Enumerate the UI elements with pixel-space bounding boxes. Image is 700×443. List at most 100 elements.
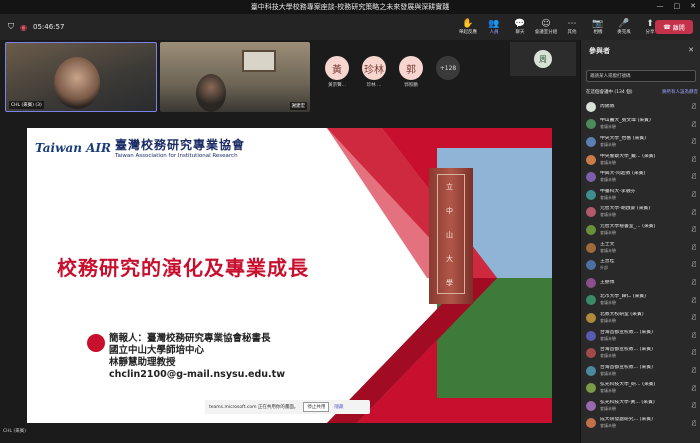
stop-sharing-button[interactable]: 停止共用 [303,402,330,412]
mute-all-button[interactable]: 將所有人設為靜音 [662,89,698,95]
toolbar-button[interactable]: 💬 聊天 [507,14,533,40]
toolbar-label: 舉起反應 [459,30,477,35]
toolbar-button[interactable]: ✋ 舉起反應 [455,14,481,40]
avatar [586,172,596,183]
toolbar-button[interactable]: 👥 人員 [481,14,507,40]
presenter-line: 林靜慧助理教授 [109,357,176,368]
video-tile-chl[interactable]: CHL (來賓) (3) [5,42,157,112]
mic-off-icon: 🎙̸ [692,190,696,198]
participant-role: 會議未驗 [600,353,616,359]
participant-avatar[interactable]: 黃黃宗聲... [325,56,349,88]
tower-char: 中 [446,207,453,215]
toolbar-button[interactable]: ☺ 會議室分組 [533,14,559,40]
participant-role: 會議未驗 [600,177,616,183]
tower-char: 山 [446,231,453,239]
participant-row[interactable]: 弘光科技大學-黃... (來賓) 會議未驗 🎙̸ [586,397,698,415]
participant-role: 會議未驗 [600,194,616,200]
phone-icon: ☎ [663,23,671,31]
close-window-button[interactable]: ✕ [690,2,696,10]
participant-row[interactable]: 中山醫大_張文瑋 (來賓) 會議未驗 🎙̸ [586,116,698,134]
participants-panel: 參與者 ✕ 邀請某人或撥打號碼 在這個會議中 (134 個) 將所有人設為靜音 … [580,40,700,443]
participant-row[interactable]: 元智大學-胡啟豪 (來賓) 會議未驗 🎙̸ [586,204,698,222]
avatar [586,330,596,341]
toolbar-label: 相機 [593,30,603,35]
window-controls: — □ ✕ [657,2,697,10]
slide-title: 校務研究的演化及專業成長 [57,256,309,280]
record-icon: ◉ [20,22,27,32]
mic-off-icon: 🎙̸ [692,331,696,339]
toolbar-icon: ☺ [541,19,551,29]
participant-row[interactable]: 王曾桂 外部 🎙̸ [586,256,698,274]
toolbar-button[interactable]: ⋯ 其他 [559,14,585,40]
participant-role: 會議未驗 [600,247,616,253]
tile-label: CHL (來賓) (3) [9,101,44,109]
tower-char: 學 [446,279,453,287]
participant-video [54,57,100,109]
leave-button[interactable]: ☎ 離開 [655,20,693,34]
avatar [586,312,596,323]
tower-char: 立 [446,183,453,191]
participant-role: 會議未驗 [600,370,616,376]
meeting-toolbar: ⛉ ◉ 05:46:57 ✋ 舉起反應 👥 人員 💬 聊天 ☺ 會議室分組 ⋯ 其他 📷 相機 🎤 麥克風… [0,14,700,40]
participant-row[interactable]: 中興大-阿超教 (來賓) 會議未驗 🎙̸ [586,168,698,186]
participant-row[interactable]: 元智大學秘書室_... (來賓) 會議未驗 🎙̸ [586,221,698,239]
participant-row[interactable]: 王士文 會議未驗 🎙̸ [586,239,698,257]
participant-role: 會議未驗 [600,423,616,429]
participant-avatar[interactable]: 郭郭照鵬 [399,56,423,88]
mic-off-icon: 🎙̸ [692,120,696,128]
maximize-button[interactable]: □ [674,2,681,10]
group-label[interactable]: 在這個會議中 (134 個) [586,89,632,95]
video-tile-xie[interactable]: 謝建宏 [160,42,310,112]
mic-off-icon: 🎙̸ [692,243,696,251]
presenter-line: 國立中山大學師培中心 [109,345,205,356]
toolbar-icon: 💬 [514,19,526,29]
participant-name: 王撼博 [600,279,615,285]
participant-row[interactable]: 中央警察大學_戴... (來賓) 會議未驗 🎙̸ [586,151,698,169]
avatar [586,101,596,112]
participant-video [196,74,226,112]
minimize-button[interactable]: — [657,2,664,10]
participant-row[interactable]: 北教大校研室 (來賓) 會議未驗 🎙̸ [586,309,698,327]
avatar [586,277,596,288]
association-logo: Taiwan AIR 臺灣校務研究專業協會 Taiwan Association… [35,136,245,159]
participant-row[interactable]: 中央大學_怡薔 (來賓) 會議未驗 🎙̸ [586,133,698,151]
participant-row[interactable]: 台灣首都宣校教... (來賓) 會議未驗 🎙̸ [586,327,698,345]
toolbar-label: 分享 [645,30,655,35]
toolbar-label: 聊天 [515,30,525,35]
participant-row[interactable]: 王撼博 🎙̸ [586,274,698,292]
close-panel-icon[interactable]: ✕ [688,46,694,54]
panel-title: 參與者 [589,47,610,55]
hide-button[interactable]: 隱藏 [334,404,343,410]
toolbar-button[interactable]: 📷 相機 [585,14,611,40]
participant-row[interactable]: 周錫佩 🎙̸ [586,98,698,116]
participant-avatar[interactable]: +128 [436,56,460,88]
avatar: 珍林 [362,56,386,80]
participant-row[interactable]: 北市大學_歸仁 (來賓) 會議未驗 🎙̸ [586,292,698,310]
screen-share-bar: teams.microsoft.com 正在共用你的畫面。 停止共用 隱藏 [205,400,370,414]
participant-avatar[interactable]: 珍林 珍林 ... [362,56,386,88]
participant-row[interactable]: 台灣首都宣校教... (來賓) 會議未驗 🎙̸ [586,344,698,362]
avatar [586,136,596,147]
avatar [586,189,596,200]
avatar [586,348,596,359]
invite-search-input[interactable]: 邀請某人或撥打號碼 [586,70,696,82]
window-title: 臺中科技大學校務專案座談-校務研究策略之未來發展與深耕實踐 [250,3,450,11]
participant-row[interactable]: 中臺科大-李融芬 會議未驗 🎙̸ [586,186,698,204]
toolbar-label: 人員 [489,30,499,35]
avatar [586,119,596,130]
participant-row[interactable]: 台灣首都宣校教... (來賓) 會議未驗 🎙̸ [586,362,698,380]
toolbar-icon: 👥 [488,19,500,29]
participant-role: 會議未驗 [600,212,616,218]
participant-row[interactable]: 成大研發處研究... (來賓) 會議未驗 🎙̸ [586,415,698,433]
toolbar-label: 麥克風 [617,30,631,35]
avatar-name: 黃宗聲... [328,83,346,88]
participant-list: 周錫佩 🎙̸ 中山醫大_張文瑋 (來賓) 會議未驗 🎙̸ 中央大學_怡薔 (來賓) 會議未驗… [586,98,698,432]
toolbar-icon: 📷 [592,19,604,29]
video-tile-zhou[interactable]: 周 [510,42,576,76]
toolbar-icon: ✋ [462,19,474,29]
toolbar-button[interactable]: 🎤 麥克風 [611,14,637,40]
participant-row[interactable]: 弘光科技大學_研... (來賓) 會議未驗 🎙̸ [586,380,698,398]
mic-off-icon: 🎙̸ [692,366,696,374]
avatar [586,207,596,218]
tower-char: 大 [446,255,453,263]
